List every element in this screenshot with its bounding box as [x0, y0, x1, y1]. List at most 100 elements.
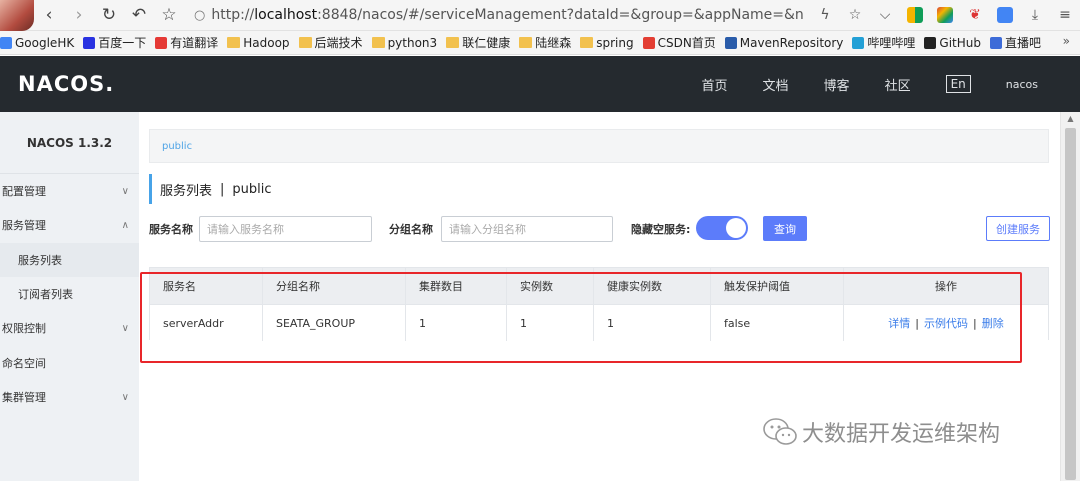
page-title-text: 服务列表 [160, 183, 213, 199]
group-name-label: 分组名称 [389, 223, 433, 236]
back-icon[interactable]: ‹ [34, 0, 64, 31]
sidebar-item-label: 服务列表 [18, 254, 62, 267]
folder-icon [446, 37, 460, 48]
folder-icon [519, 37, 533, 48]
language-toggle[interactable]: En [945, 75, 971, 93]
sidebar-item-cluster[interactable]: 集群管理 ∨ [0, 380, 139, 414]
bookmark-label: 联仁健康 [462, 36, 511, 50]
sidebar: NACOS 1.3.2 配置管理 ∨ 服务管理 ∧ 服务列表 订阅者列表 权限控… [0, 112, 139, 481]
bookmark-label: spring [596, 35, 634, 50]
baidu-icon [83, 36, 96, 49]
bookmark-item[interactable]: CSDN首页 [642, 34, 716, 51]
bookmark-label: 后端技术 [314, 36, 363, 50]
address-bar[interactable]: ○ http://localhost:8848/nacos/#/serviceM… [190, 3, 804, 27]
folder-icon [298, 37, 312, 48]
chevron-down-icon: ∨ [121, 391, 129, 403]
sidebar-item-namespace[interactable]: 命名空间 [0, 346, 139, 380]
bookmark-item[interactable]: 后端技术 [298, 34, 363, 51]
star-icon[interactable]: ☆ [154, 0, 184, 31]
bookmark-item[interactable]: 陆继森 [519, 34, 571, 51]
top-nav: 首页 文档 博客 社区 En nacos [702, 56, 1080, 112]
sidebar-item-permissions[interactable]: 权限控制 ∨ [0, 311, 139, 345]
bilibili-icon [852, 36, 865, 49]
folder-icon [227, 37, 241, 48]
sidebar-item-label: 服务管理 [2, 219, 46, 232]
bookmark-label: 陆继森 [535, 36, 572, 50]
shield-icon: ○ [194, 7, 206, 23]
service-name-label: 服务名称 [149, 223, 193, 236]
tree-icon[interactable]: ❦ [960, 0, 990, 31]
bookmark-item[interactable]: python3 [371, 35, 438, 50]
filter-bar: 服务名称 请输入服务名称 分组名称 请输入分组名称 隐藏空服务: 查询 创建服务 [149, 214, 1050, 242]
bookmark-label: 直播吧 [1005, 36, 1042, 50]
chevron-right-icon[interactable]: » [1063, 34, 1070, 48]
namespace-bar: public [149, 129, 1049, 163]
forward-icon[interactable]: › [64, 0, 94, 31]
sidebar-item-subscribers[interactable]: 订阅者列表 [0, 277, 139, 311]
scroll-up-icon[interactable]: ▲ [1061, 114, 1080, 123]
bookmark-item[interactable]: 哔哩哔哩 [852, 34, 915, 51]
reload-icon[interactable]: ↻ [94, 0, 124, 31]
bookmark-label: python3 [387, 35, 438, 50]
bookmark-label: MavenRepository [739, 35, 844, 50]
namespace-tab-public[interactable]: public [162, 141, 192, 152]
bookmark-item[interactable]: spring [580, 35, 634, 50]
profile-avatar[interactable] [0, 0, 34, 31]
download-icon[interactable]: ⤓ [1020, 0, 1050, 31]
bookmark-item[interactable]: 直播吧 [990, 34, 1041, 51]
maven-icon [724, 36, 737, 49]
query-button[interactable]: 查询 [763, 216, 807, 241]
hide-empty-toggle[interactable] [696, 216, 748, 240]
chevron-down-icon: ∨ [121, 322, 129, 334]
zhibo8-icon [990, 36, 1003, 49]
nacos-logo[interactable]: NACOS. [18, 72, 114, 96]
page-scrollbar[interactable]: ▲ [1060, 112, 1080, 481]
bookmark-item[interactable]: 百度一下 [83, 34, 146, 51]
wechat-icon [763, 418, 797, 445]
nav-docs[interactable]: 文档 [763, 75, 789, 94]
user-name[interactable]: nacos [1006, 78, 1038, 91]
bookmark-item[interactable]: MavenRepository [724, 35, 844, 50]
apps-icon[interactable] [900, 0, 930, 31]
browser-toolbar: ‹ › ↻ ↶ ☆ ○ http://localhost:8848/nacos/… [0, 0, 1080, 31]
nav-blog[interactable]: 博客 [824, 75, 850, 94]
sidebar-item-service-list[interactable]: 服务列表 [0, 243, 139, 277]
service-name-input[interactable]: 请输入服务名称 [199, 216, 372, 242]
page-title-namespace: public [232, 181, 272, 197]
url-rest: :8848/nacos/#/serviceManagement?dataId=&… [317, 7, 804, 23]
bookmark-label: GoogleHK [15, 35, 75, 50]
google-icon [0, 36, 12, 49]
bookmarks-bar: GoogleHK 百度一下 有道翻译 Hadoop 后端技术 python3 联仁健康 陆继森… [0, 31, 1080, 55]
hide-empty-label: 隐藏空服务: [631, 223, 691, 236]
nav-home[interactable]: 首页 [702, 75, 728, 94]
bookmark-label: 哔哩哔哩 [867, 36, 916, 50]
bookmark-item[interactable]: 有道翻译 [155, 34, 218, 51]
undo-icon[interactable]: ↶ [124, 0, 154, 31]
toggle-knob [726, 218, 746, 238]
dropdown-icon[interactable]: ⌵ [870, 0, 900, 31]
bookmark-label: Hadoop [243, 35, 290, 50]
bookmark-label: CSDN首页 [657, 36, 716, 50]
page-title: 服务列表 | public [149, 174, 272, 204]
translate-icon[interactable] [990, 0, 1020, 31]
scroll-thumb[interactable] [1065, 128, 1076, 480]
create-service-button[interactable]: 创建服务 [986, 216, 1050, 241]
nav-community[interactable]: 社区 [885, 75, 911, 94]
bookmark-item[interactable]: 联仁健康 [446, 34, 510, 51]
watermark-text: 大数据开发运维架构 [802, 422, 1001, 447]
bookmark-item[interactable]: Hadoop [227, 35, 290, 50]
page-title-separator: | [220, 181, 225, 197]
github-icon [924, 36, 937, 49]
watermark: 大数据开发运维架构 [762, 416, 1000, 448]
highlight-box [140, 272, 1022, 363]
bookmark-star-icon[interactable]: ☆ [840, 0, 870, 31]
lightning-icon[interactable]: ϟ [810, 0, 840, 31]
extension-icon[interactable] [930, 0, 960, 31]
bookmark-item[interactable]: GoogleHK [0, 36, 74, 50]
bookmark-item[interactable]: GitHub [924, 36, 981, 50]
menu-icon[interactable]: ≡ [1050, 0, 1080, 31]
bookmark-label: GitHub [939, 35, 982, 50]
sidebar-item-service-management[interactable]: 服务管理 ∧ [0, 208, 139, 242]
sidebar-item-config[interactable]: 配置管理 ∨ [0, 174, 139, 208]
group-name-input[interactable]: 请输入分组名称 [441, 216, 613, 242]
